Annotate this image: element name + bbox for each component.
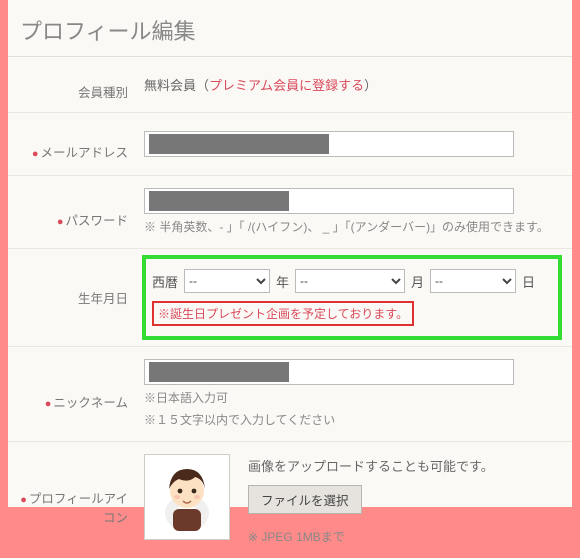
required-dot-icon: ● xyxy=(45,398,52,410)
label-password: パスワード xyxy=(65,214,128,228)
required-dot-icon: ● xyxy=(32,148,39,160)
row-email: ●メールアドレス xyxy=(8,113,572,176)
nickname-note-2: ※１５文字以内で入力してください xyxy=(144,411,558,429)
nickname-masked-value xyxy=(149,362,289,382)
era-label: 西暦 xyxy=(152,272,178,291)
row-birthdate: 生年月日 西暦 -- 年 -- 月 -- 日 xyxy=(8,249,572,347)
month-unit: 月 xyxy=(411,272,424,291)
password-masked-value xyxy=(149,191,289,211)
label-birthdate: 生年月日 xyxy=(78,292,128,306)
row-password: ●パスワード ※ 半角英数、- 」「 /(ハイフン)、 _ 」「(アンダーバー)… xyxy=(8,176,572,249)
row-nickname: ●ニックネーム ※日本語入力可 ※１５文字以内で入力してください xyxy=(8,347,572,442)
row-member-type: 会員種別 無料会員（プレミアム会員に登録する） xyxy=(8,57,572,113)
label-nickname: ニックネーム xyxy=(53,396,128,410)
password-field[interactable] xyxy=(144,188,514,214)
upload-text: 画像をアップロードすることも可能です。 xyxy=(248,456,494,475)
year-unit: 年 xyxy=(276,272,289,291)
month-select[interactable]: -- xyxy=(295,269,405,293)
label-avatar: プロフィールアイコン xyxy=(29,492,128,525)
email-field[interactable] xyxy=(144,131,514,157)
premium-register-link[interactable]: プレミアム会員に登録する xyxy=(209,78,364,93)
year-select[interactable]: -- xyxy=(184,269,270,293)
label-member-type: 会員種別 xyxy=(8,68,138,101)
avatar-person-icon xyxy=(155,461,219,533)
birthdate-highlight-box: 西暦 -- 年 -- 月 -- 日 ※誕生日プレゼント企画を予定しております。 xyxy=(142,255,562,340)
avatar-preview xyxy=(144,454,230,540)
day-unit: 日 xyxy=(522,272,535,291)
required-dot-icon: ● xyxy=(20,494,27,506)
email-masked-value xyxy=(149,134,329,154)
password-note: ※ 半角英数、- 」「 /(ハイフン)、 _ 」「(アンダーバー)」のみ使用でき… xyxy=(144,218,558,236)
nickname-field[interactable] xyxy=(144,359,514,385)
nickname-note-1: ※日本語入力可 xyxy=(144,389,558,407)
day-select[interactable]: -- xyxy=(430,269,516,293)
birthday-notice: ※誕生日プレゼント企画を予定しております。 xyxy=(152,301,414,326)
member-type-value: 無料会員 xyxy=(144,78,196,93)
label-email: メールアドレス xyxy=(40,146,128,160)
avatar-note: ※ JPEG 1MBまで xyxy=(248,528,494,546)
required-dot-icon: ● xyxy=(57,216,64,228)
row-avatar: ●プロフィールアイコン 画像をアップロードすることも可能です。 xyxy=(8,442,572,558)
choose-file-button[interactable]: ファイルを選択 xyxy=(248,485,362,514)
page-title: プロフィール編集 xyxy=(8,0,572,57)
